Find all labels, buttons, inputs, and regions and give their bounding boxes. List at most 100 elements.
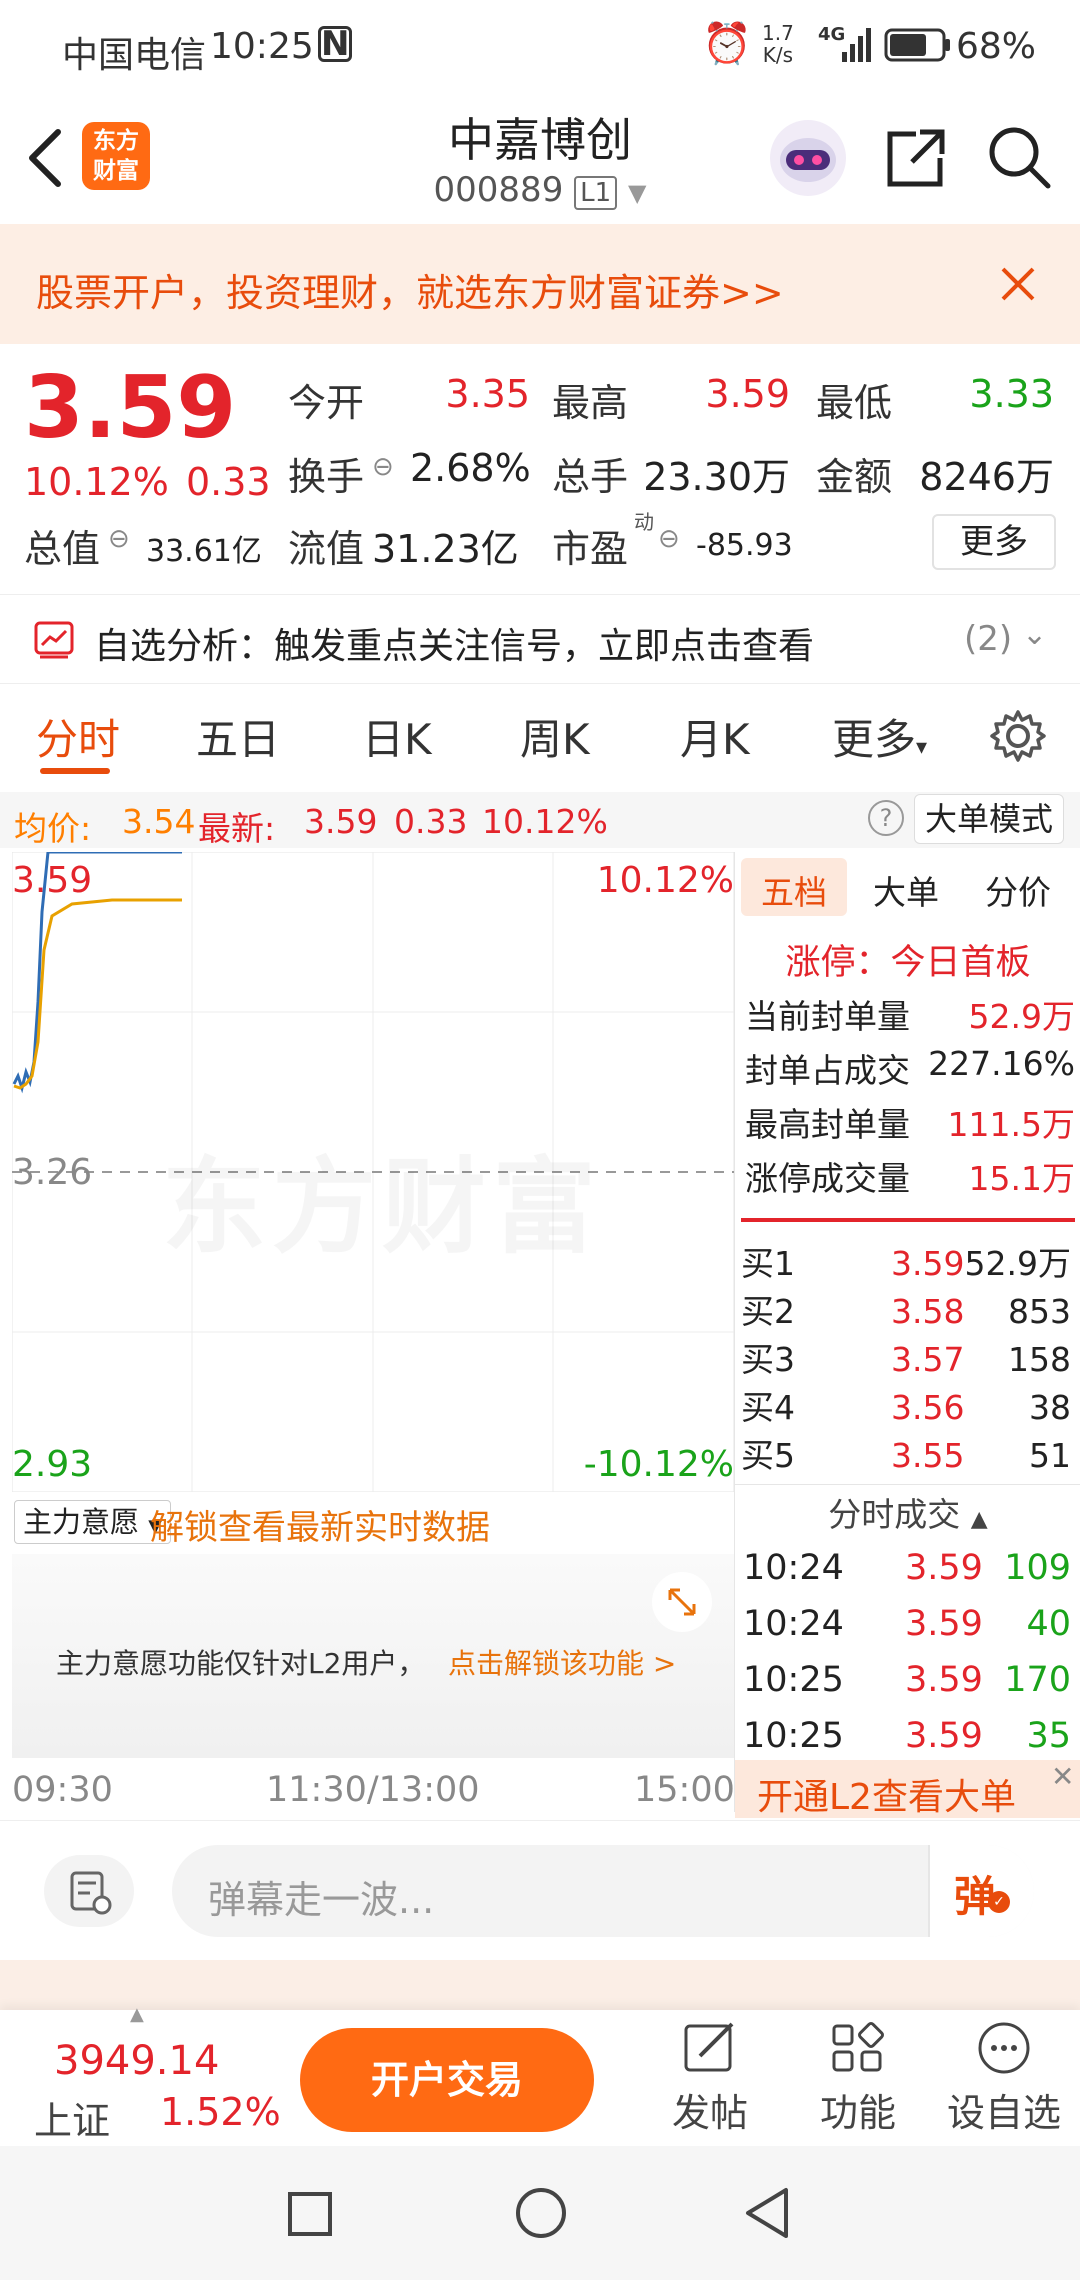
time-axis: 09:30 11:30/13:00 15:00 [0,1764,735,1820]
tab-daily-k[interactable]: 日K [362,706,432,767]
functions-button[interactable]: 功能 [808,2018,908,2137]
carrier: 中国电信 [62,35,207,76]
y-mid-price: 3.26 [12,1152,93,1193]
add-watchlist-button[interactable]: 设自选 [944,2018,1064,2137]
limit-up-label: 涨停：今日首板 [785,943,1031,983]
info-icon[interactable]: ⊖ [658,524,680,554]
alarm-icon: ⏰ [702,21,752,67]
stock-name: 中嘉博创 [448,113,632,167]
tick-row: 10:25 3.59 170 [743,1660,1071,1700]
nfc-icon: N [318,26,352,62]
assistant-avatar[interactable] [770,120,846,196]
stock-code-line[interactable]: 000889 L1 ▼ [380,170,700,210]
back-nav-icon[interactable] [742,2186,792,2240]
pe-label: 市盈 [552,527,629,571]
tab-more[interactable]: 更多▾ [832,706,927,767]
signal-icon [842,28,871,62]
bid-row: 买2 3.58 853 [741,1292,1071,1331]
float-value: 31.23亿 [372,527,519,571]
app-logo: 东方 财富 [82,122,150,190]
mktcap-value: 33.61亿 [146,534,262,569]
tab-indicator [40,768,110,774]
index-pct: 1.52% [160,2090,281,2134]
open-account-trade-button[interactable]: 开户交易 [300,2028,594,2132]
tab-price-dist[interactable]: 分价 [985,866,1051,914]
share-icon[interactable] [884,126,948,190]
chevron-down-icon: ⌄ [1022,617,1048,652]
tab-five-level[interactable]: 五档 [761,866,827,914]
pe-value: -85.93 [696,528,793,563]
danmu-settings-icon[interactable] [44,1855,134,1927]
expand-icon[interactable] [652,1572,712,1632]
change-pct: 10.12% [24,460,169,504]
tab-monthly-k[interactable]: 月K [680,706,750,767]
stat-row: 涨停成交量 15.1万 [745,1159,1075,1198]
tick-list: 10:24 3.59 109 10:24 3.59 40 10:25 3.59 170 10… [743,1540,1071,1764]
volume-label: 总手 [552,455,629,499]
y-top-price: 3.59 [12,860,93,901]
time-mid: 11:30/13:00 [266,1770,480,1810]
tab-intraday[interactable]: 分时 [36,706,120,767]
unlock-text[interactable]: 解锁查看最新实时数据 [150,1500,490,1549]
danmu-send-button[interactable]: 弹 ✓ [928,1845,1034,1937]
post-button[interactable]: 发帖 [660,2018,760,2137]
close-icon[interactable]: ✕ [1051,1760,1074,1793]
chevron-up-icon[interactable]: ▲ [130,2004,144,2025]
level-badge: L1 [574,176,618,210]
big-order-mode-button[interactable]: 大单模式 [914,794,1065,844]
open-label: 今开 [288,381,365,425]
bid-row: 买1 3.59 52.9万 [741,1244,1071,1283]
amount-value: 8246万 [919,455,1054,499]
chart-analysis-icon [34,621,74,659]
danmu-input[interactable]: 弹幕走一波... 弹 ✓ [172,1845,1034,1937]
quote-panel: 3.59 10.12% 0.33 今开 3.35 最高 3.59 最低 3.33… [0,344,1080,592]
tab-five-day[interactable]: 五日 [196,706,280,767]
recent-apps-icon[interactable] [286,2190,334,2238]
stat-row: 最高封单量 111.5万 [745,1105,1075,1144]
bid-row: 买5 3.55 51 [741,1436,1071,1475]
tab-weekly-k[interactable]: 周K [520,706,590,767]
net-speed: 1.7 K/s [762,21,794,67]
tab-big-order[interactable]: 大单 [873,866,939,914]
info-icon[interactable]: ⊖ [372,452,394,482]
ticks-title[interactable]: 分时成交 ▲ [735,1488,1080,1536]
more-button[interactable]: 更多 [932,514,1056,570]
change-value: 0.33 [186,460,271,504]
open-value: 3.35 [445,372,530,416]
chevron-down-icon: ▼ [627,179,647,207]
home-icon[interactable] [514,2186,568,2240]
search-icon[interactable] [984,122,1054,192]
clock: 10:25 [210,26,314,67]
header: 东方 财富 中嘉博创 000889 L1 ▼ [0,92,1080,224]
grid-icon [832,2022,884,2072]
y-top-pct: 10.12% [596,860,734,901]
alert-count: (2) [964,619,1013,659]
amount-label: 金额 [816,455,893,499]
y-bottom-pct: -10.12% [583,1444,734,1485]
help-icon[interactable]: ? [868,800,904,836]
index-value[interactable]: 3949.14 [54,2038,219,2084]
index-name: 上证 [34,2099,111,2143]
indicator-select[interactable]: 主力意愿 ▼ [14,1500,172,1544]
battery-percent: 68% [956,26,1037,67]
bid-list: 买1 3.59 52.9万 买2 3.58 853 买3 3.57 158 买4 3.56 38… [741,1240,1071,1480]
alert-row[interactable]: 自选分析：触发重点关注信号，立即点击查看 (2) ⌄ [0,594,1080,684]
close-icon[interactable] [1000,266,1036,302]
tick-row: 10:24 3.59 40 [743,1604,1071,1644]
gear-icon[interactable] [990,708,1046,764]
news-strip [0,1960,1080,2010]
locked-panel: 主力意愿功能仅针对L2用户， 点击解锁该功能 > [12,1554,734,1758]
back-icon[interactable] [24,128,64,188]
edit-icon [684,2022,734,2072]
intraday-chart[interactable]: 东方财富 3.59 10.12% 3.26 2.93 -10.12% [12,852,734,1492]
robot-icon [780,138,836,182]
unlock-link[interactable]: 点击解锁该功能 > [448,1642,676,1682]
low-value: 3.33 [969,372,1054,416]
alert-text: 自选分析：触发重点关注信号，立即点击查看 [94,626,815,667]
latest-change: 0.33 [394,802,468,841]
l2-unlock-button[interactable]: 开通L2查看大单 ✕ [735,1760,1080,1818]
time-start: 09:30 [12,1770,113,1810]
info-icon[interactable]: ⊖ [108,524,130,554]
promo-banner[interactable]: 股票开户，投资理财，就选东方财富证券>> [0,224,1080,344]
last-price: 3.59 [24,358,237,458]
